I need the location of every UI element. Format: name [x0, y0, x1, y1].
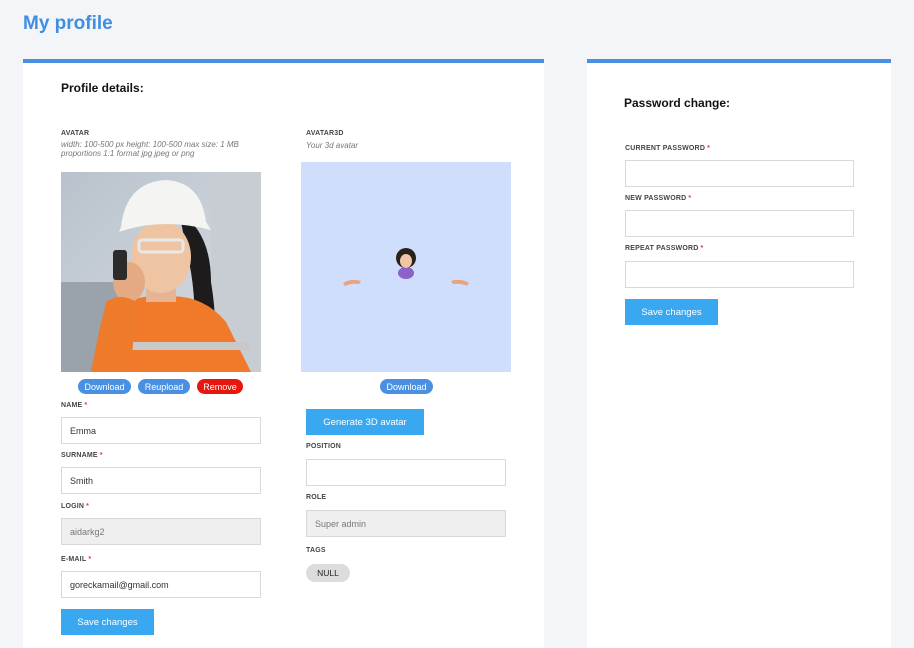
role-input: Super admin: [306, 510, 506, 537]
repeat-password-input[interactable]: [625, 261, 854, 288]
tag-chip[interactable]: NULL: [306, 564, 350, 582]
login-label: LOGIN *: [61, 503, 90, 510]
avatar-remove-button[interactable]: Remove: [197, 379, 243, 394]
avatar3d-label: AVATAR3D: [306, 130, 344, 137]
email-input[interactable]: goreckamail@gmail.com: [61, 571, 261, 598]
surname-label: SURNAME *: [61, 452, 103, 459]
avatar3d-preview: [301, 162, 511, 372]
current-password-input[interactable]: [625, 160, 854, 187]
password-change-card: Password change: CURRENT PASSWORD * NEW P…: [587, 59, 891, 648]
profile-details-card: Profile details: AVATAR width: 100-500 p…: [23, 59, 544, 648]
generate-3d-avatar-button[interactable]: Generate 3D avatar: [306, 409, 424, 435]
avatar-reupload-button[interactable]: Reupload: [138, 379, 190, 394]
tags-label: TAGS: [306, 547, 326, 554]
page-title: My profile: [23, 13, 113, 34]
avatar-hint-format: proportions 1:1 format jpg jpeg or png: [61, 149, 195, 158]
repeat-password-label: REPEAT PASSWORD *: [625, 245, 704, 252]
avatar-download-button[interactable]: Download: [78, 379, 131, 394]
position-input[interactable]: [306, 459, 506, 486]
role-label: ROLE: [306, 494, 327, 501]
password-change-title: Password change:: [624, 96, 731, 110]
position-label: POSITION: [306, 443, 342, 450]
new-password-input[interactable]: [625, 210, 854, 237]
password-save-button[interactable]: Save changes: [625, 299, 718, 325]
avatar3d-hint: Your 3d avatar: [306, 141, 359, 150]
avatar3d-download-button[interactable]: Download: [380, 379, 433, 394]
login-input: aidarkg2: [61, 518, 261, 545]
profile-details-title: Profile details:: [61, 81, 144, 95]
avatar-photo: [61, 172, 261, 372]
name-label: NAME *: [61, 402, 88, 409]
new-password-label: NEW PASSWORD *: [625, 195, 692, 202]
email-label: E-MAIL *: [61, 556, 92, 563]
profile-save-button[interactable]: Save changes: [61, 609, 154, 635]
name-input[interactable]: Emma: [61, 417, 261, 444]
avatar-hint-size: width: 100-500 px height: 100-500 max si…: [61, 140, 239, 149]
avatar-label: AVATAR: [61, 130, 90, 137]
surname-input[interactable]: Smith: [61, 467, 261, 494]
current-password-label: CURRENT PASSWORD *: [625, 145, 711, 152]
